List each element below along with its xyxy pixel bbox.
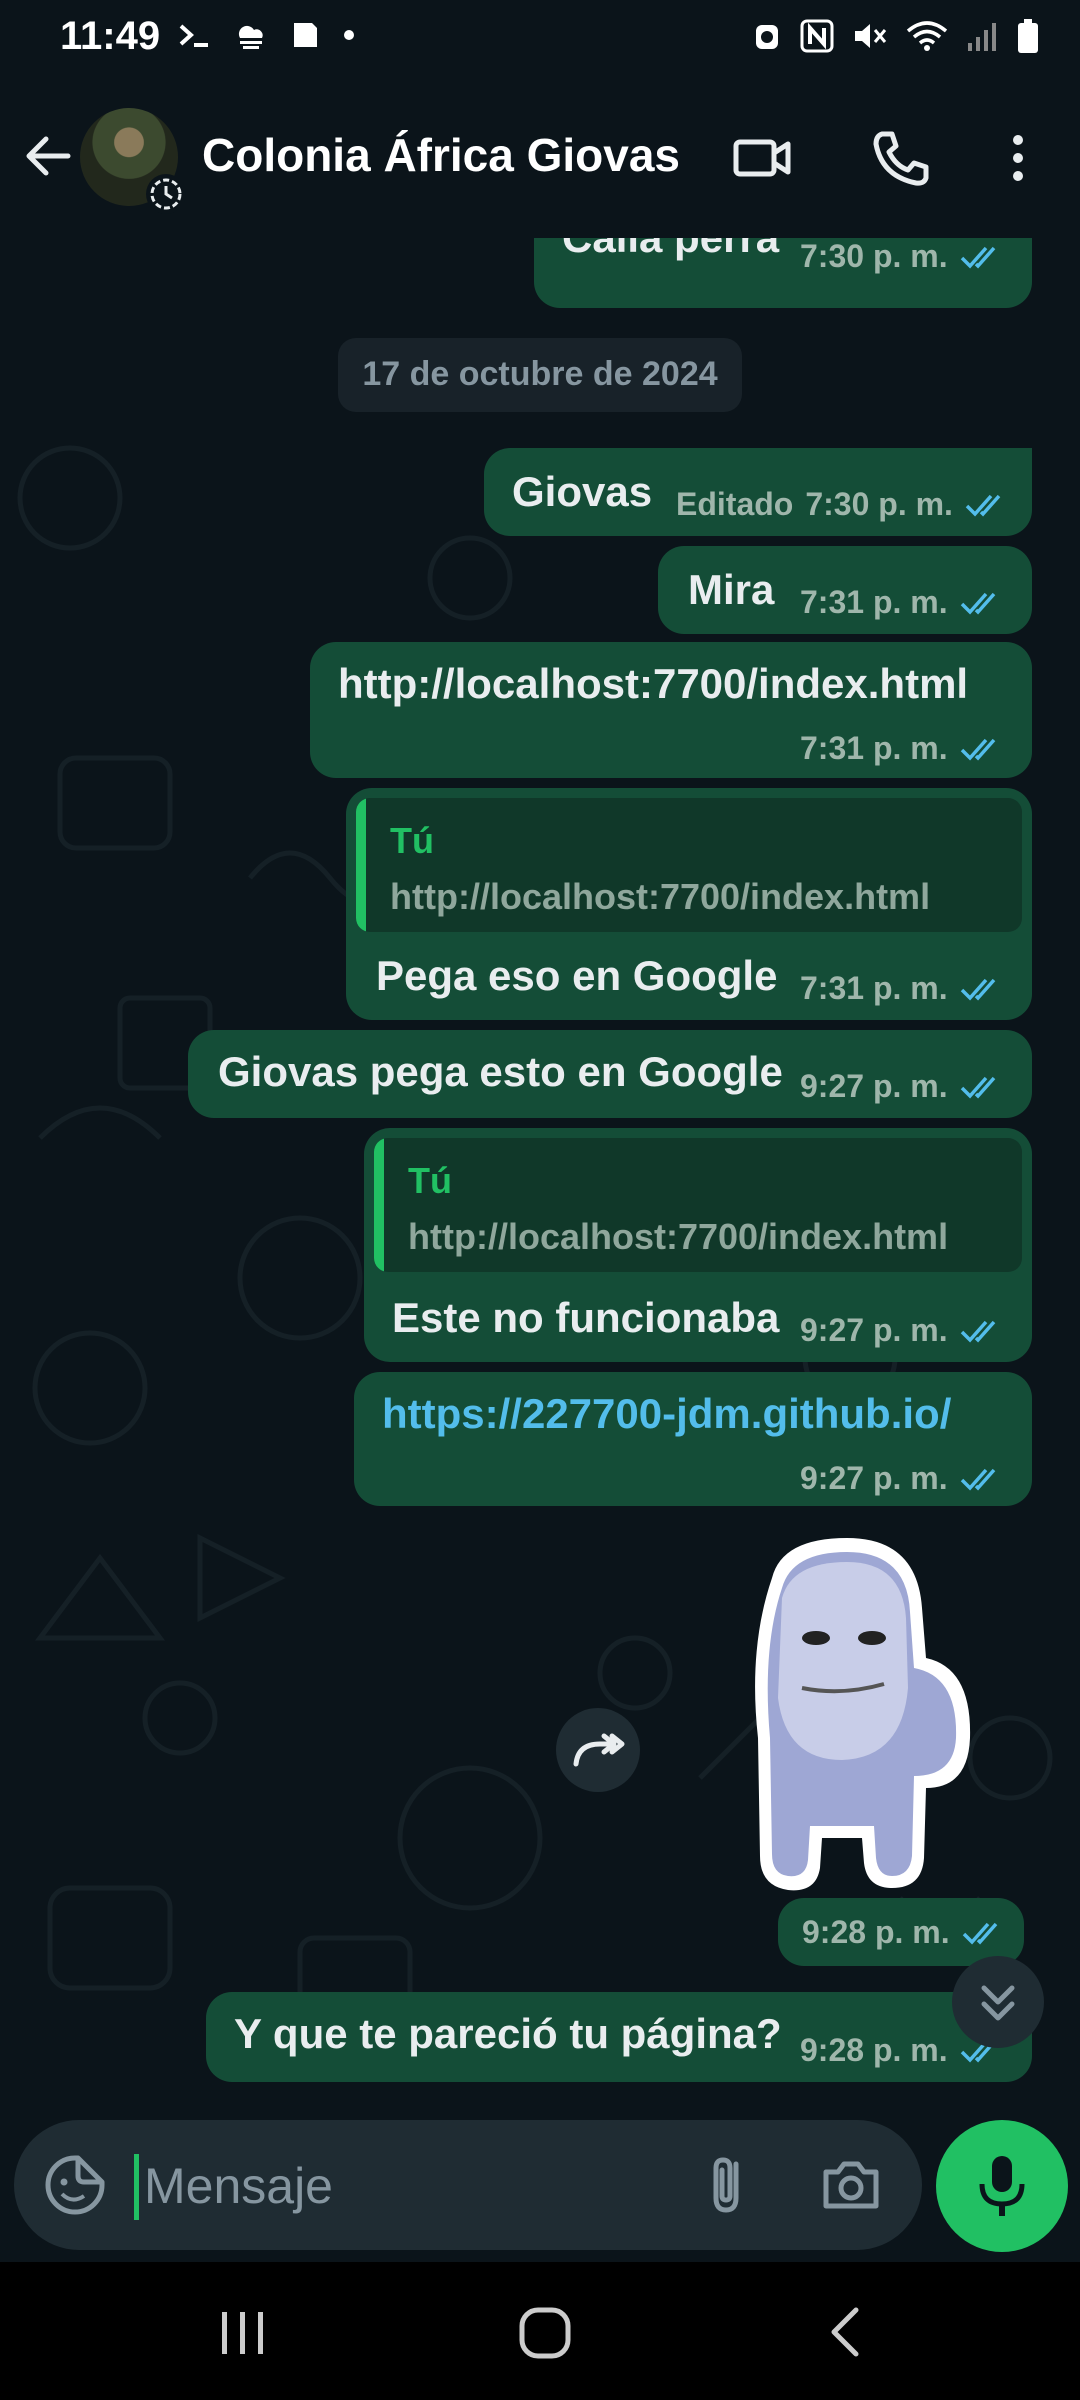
message-text: Mira <box>688 566 775 613</box>
status-bar: 11:49 <box>0 0 1080 78</box>
quote-author: Tú <box>390 820 434 861</box>
message-time: 9:27 p. m. <box>800 1068 948 1104</box>
read-ticks-icon <box>960 592 995 615</box>
mute-icon <box>855 24 887 48</box>
read-ticks-icon <box>960 1320 995 1343</box>
attach-icon[interactable] <box>694 2150 764 2220</box>
read-ticks-icon <box>965 494 1001 517</box>
read-ticks-icon <box>960 738 995 761</box>
message-time: 9:27 p. m. <box>800 1460 948 1496</box>
terminal-icon <box>179 24 208 47</box>
back-arrow-icon[interactable] <box>18 126 78 186</box>
scroll-to-bottom-button[interactable] <box>952 1956 1044 2048</box>
home-icon[interactable] <box>510 2302 580 2362</box>
quote-bar <box>374 1138 384 1272</box>
read-ticks-icon <box>960 246 995 269</box>
message-bubble[interactable]: Y que te pareció tu página? 9:28 p. m. <box>206 1992 1032 2082</box>
amogus-sticker[interactable] <box>712 1538 982 1898</box>
message-bubble[interactable]: Mira 7:31 p. m. <box>658 546 1032 634</box>
message-text: Calla perra <box>562 238 779 262</box>
quoted-message[interactable]: Tú http://localhost:7700/index.html <box>356 798 1022 932</box>
message-bubble[interactable]: https://227700-jdm.github.io/ 9:27 p. m. <box>354 1372 1032 1506</box>
message-text: Este no funcionaba <box>392 1294 780 1341</box>
alarm-icon <box>756 25 778 49</box>
voice-call-icon[interactable] <box>868 126 932 190</box>
quote-bar <box>356 798 366 932</box>
date-separator: 17 de octubre de 2024 <box>338 338 742 412</box>
wifi-icon <box>906 21 948 51</box>
text-caret <box>134 2154 139 2220</box>
message-bubble[interactable]: http://localhost:7700/index.html 7:31 p.… <box>310 642 1032 778</box>
message-text: Pega eso en Google <box>376 952 778 999</box>
message-bubble[interactable]: Giovas pega esto en Google 9:27 p. m. <box>188 1030 1032 1118</box>
message-bubble[interactable]: Calla perra 7:30 p. m. <box>534 238 1032 308</box>
quote-text: http://localhost:7700/index.html <box>390 876 931 917</box>
chat-area[interactable]: Calla perra 7:30 p. m. 17 de octubre de … <box>0 238 1080 2118</box>
weather-icon <box>238 25 263 49</box>
message-time: 7:30 p. m. <box>805 486 953 522</box>
message-time: 9:28 p. m. <box>800 2032 948 2068</box>
read-ticks-icon <box>960 1468 995 1491</box>
date-separator-text: 17 de octubre de 2024 <box>362 355 718 393</box>
camera-icon[interactable] <box>816 2150 886 2220</box>
status-time: 11:49 <box>60 14 161 58</box>
signal-icon <box>968 23 996 51</box>
gallery-icon <box>294 23 317 47</box>
quote-author: Tú <box>408 1160 452 1201</box>
read-ticks-icon <box>962 1922 997 1945</box>
message-text: http://localhost:7700/index.html <box>338 660 969 707</box>
message-time: 9:28 p. m. <box>802 1914 950 1950</box>
reply-message-bubble[interactable]: Tú http://localhost:7700/index.html Este… <box>364 1128 1032 1362</box>
back-nav-icon[interactable] <box>812 2302 882 2362</box>
message-bubble[interactable]: Giovas Editado 7:30 p. m. <box>484 448 1032 536</box>
chat-header: Colonia África Giovas <box>0 78 1080 238</box>
voice-message-button[interactable] <box>936 2120 1068 2252</box>
battery-icon <box>1018 19 1038 53</box>
message-time: 7:30 p. m. <box>800 238 948 274</box>
message-time: 7:31 p. m. <box>800 584 948 620</box>
message-input[interactable] <box>144 2156 684 2216</box>
nfc-icon <box>800 19 834 53</box>
forward-button[interactable] <box>556 1708 640 1792</box>
forward-icon <box>573 1733 625 1767</box>
system-nav-bar <box>0 2262 1080 2400</box>
double-chevron-down-icon <box>981 1985 1015 2021</box>
message-link[interactable]: https://227700-jdm.github.io/ <box>382 1390 951 1438</box>
quoted-message[interactable]: Tú http://localhost:7700/index.html <box>374 1138 1022 1272</box>
chat-title[interactable]: Colonia África Giovas <box>202 128 680 182</box>
message-composer <box>14 2120 922 2250</box>
microphone-icon <box>979 2156 1025 2216</box>
message-text: Giovas <box>512 468 653 515</box>
message-text: Y que te pareció tu página? <box>234 2010 782 2057</box>
read-ticks-icon <box>960 1076 995 1099</box>
message-text: Giovas pega esto en Google <box>218 1048 783 1095</box>
disappearing-timer-icon <box>146 174 186 214</box>
more-menu-icon[interactable] <box>986 126 1050 190</box>
message-time: 7:31 p. m. <box>800 730 948 766</box>
reply-message-bubble[interactable]: Tú http://localhost:7700/index.html Pega… <box>346 788 1032 1020</box>
sticker-emoji-icon[interactable] <box>42 2152 108 2218</box>
message-time: 7:31 p. m. <box>800 970 948 1006</box>
recent-apps-icon[interactable] <box>208 2302 278 2362</box>
dot-icon <box>344 30 354 40</box>
quote-text: http://localhost:7700/index.html <box>408 1216 949 1257</box>
edited-label: Editado <box>676 486 794 522</box>
read-ticks-icon <box>960 978 995 1001</box>
message-time: 9:27 p. m. <box>800 1312 948 1348</box>
video-call-icon[interactable] <box>730 126 794 190</box>
